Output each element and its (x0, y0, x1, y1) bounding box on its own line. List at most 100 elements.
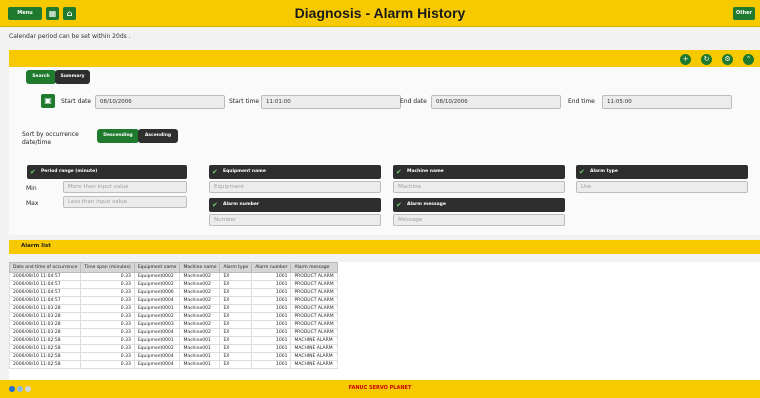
table-cell: EX (219, 304, 253, 313)
plus-icon[interactable]: + (680, 54, 691, 65)
up-icon[interactable]: ⌃ (743, 54, 754, 65)
sort-ascending[interactable]: Ascending (138, 129, 178, 143)
table-cell: 1001 (251, 296, 292, 305)
column-header[interactable]: Alarm type (219, 262, 253, 273)
alarm-list-bar: Alarm list (9, 240, 760, 254)
table-cell: PRODUCT ALARM (290, 288, 338, 297)
table-cell: EX (219, 288, 253, 297)
table-cell: Equipment0001 (133, 336, 181, 345)
machine-name-label: Machine name (407, 169, 444, 174)
table-cell: Machine001 (179, 344, 221, 353)
alarm-message-input[interactable]: Message (393, 214, 565, 226)
table-row[interactable]: 2006/08/10 11:04:57 0.33 Equipment0006 Mach… (8, 288, 338, 297)
end-time-field[interactable]: 11:05:00 (602, 95, 732, 109)
table-cell: 2006/08/10 11:04:57 (8, 296, 82, 305)
alarm-message-header[interactable]: ✔ Alarm message (393, 198, 565, 212)
table-cell: 2006/08/10 11:03:28 (8, 304, 82, 313)
table-cell: 0.33 (80, 296, 135, 305)
check-icon: ✔ (396, 201, 402, 209)
table-cell: EX (219, 360, 253, 369)
table-row[interactable]: 2006/08/10 11:02:58 0.33 Equipment0001 Mach… (8, 336, 338, 345)
calendar-icon[interactable]: ▣ (41, 94, 55, 108)
column-header[interactable]: Machine name (179, 262, 221, 273)
end-date-field[interactable]: 08/10/2006 (431, 95, 561, 109)
period-range-label: Period range (minute) (41, 169, 98, 174)
table-cell: 0.33 (80, 288, 135, 297)
table-cell: 2006/08/10 11:02:58 (8, 360, 82, 369)
alarm-number-input[interactable]: Number (209, 214, 381, 226)
table-cell: 0.33 (80, 272, 135, 281)
alarm-list-title: Alarm list (21, 243, 51, 249)
start-time-field[interactable]: 11:01:00 (261, 95, 401, 109)
table-cell: PRODUCT ALARM (290, 328, 338, 337)
check-icon: ✔ (396, 168, 402, 176)
table-cell: Equipment0001 (133, 304, 181, 313)
table-row[interactable]: 2006/08/10 11:02:58 0.33 Equipment0004 Mach… (8, 360, 338, 369)
table-cell: Machine002 (179, 296, 221, 305)
brand-logo: FANUC SERVO PLANET (348, 385, 412, 391)
table-cell: Equipment0004 (133, 296, 181, 305)
start-date-field[interactable]: 08/10/2006 (95, 95, 225, 109)
max-input[interactable]: Less than input value (63, 196, 187, 208)
start-date-label: Start date (61, 98, 92, 105)
table-cell: Equipment0004 (133, 328, 181, 337)
table-row[interactable]: 2006/08/10 11:04:57 0.33 Equipment0002 Mach… (8, 272, 338, 281)
column-header[interactable]: Equipment name (133, 262, 181, 273)
table-cell: EX (219, 344, 253, 353)
table-cell: 2006/08/10 11:03:28 (8, 328, 82, 337)
machine-name-input[interactable]: Machine (393, 181, 565, 193)
table-header-row: Date and time of occurrence Time span (mi… (8, 262, 338, 273)
column-header[interactable]: Date and time of occurrence (8, 262, 82, 273)
column-header[interactable]: Alarm message (290, 262, 338, 273)
table-cell: EX (219, 272, 253, 281)
machine-name-header[interactable]: ✔ Machine name (393, 165, 565, 179)
table-row[interactable]: 2006/08/10 11:04:57 0.33 Equipment0004 Mach… (8, 296, 338, 305)
period-range-header[interactable]: ✔ Period range (minute) (27, 165, 187, 179)
table-cell: MACHINE ALARM (290, 344, 338, 353)
table-row[interactable]: 2006/08/10 11:02:58 0.33 Equipment0002 Mach… (8, 344, 338, 353)
table-cell: Equipment0004 (133, 360, 181, 369)
table-row[interactable]: 2006/08/10 11:03:28 0.33 Equipment0002 Mach… (8, 312, 338, 321)
table-cell: 2006/08/10 11:04:57 (8, 280, 82, 289)
table-cell: 0.33 (80, 280, 135, 289)
table-cell: 2006/08/10 11:03:28 (8, 320, 82, 329)
table-cell: 1001 (251, 272, 292, 281)
table-cell: 1001 (251, 312, 292, 321)
alarm-type-input[interactable]: Use (576, 181, 748, 193)
table-cell: Machine002 (179, 320, 221, 329)
calendar-note: Calendar period can be set within 20ds . (9, 33, 131, 40)
alarm-number-header[interactable]: ✔ Alarm number (209, 198, 381, 212)
tab-search[interactable]: Search (26, 70, 56, 84)
table-cell: MACHINE ALARM (290, 336, 338, 345)
table-cell: Equipment0006 (133, 288, 181, 297)
table-row[interactable]: 2006/08/10 11:03:28 0.33 Equipment0003 Mach… (8, 320, 338, 329)
other-button[interactable]: Other (733, 7, 755, 20)
table-row[interactable]: 2006/08/10 11:03:28 0.33 Equipment0001 Mach… (8, 304, 338, 313)
tab-summary[interactable]: Summary (55, 70, 90, 84)
table-row[interactable]: 2006/08/10 11:04:57 0.33 Equipment0002 Mach… (8, 280, 338, 289)
table-cell: Machine001 (179, 360, 221, 369)
sort-descending[interactable]: Descending (97, 129, 139, 143)
min-input[interactable]: More than input value (63, 181, 187, 193)
table-cell: EX (219, 352, 253, 361)
alarm-type-header[interactable]: ✔ Alarm type (576, 165, 748, 179)
table-cell: 1001 (251, 360, 292, 369)
equipment-name-input[interactable]: Equipment (209, 181, 381, 193)
table-cell: Machine002 (179, 328, 221, 337)
end-date-label: End date (400, 98, 427, 105)
column-header[interactable]: Time span (minutes) (80, 262, 135, 273)
table-row[interactable]: 2006/08/10 11:03:28 0.33 Equipment0004 Mach… (8, 328, 338, 337)
column-header[interactable]: Alarm number (251, 262, 292, 273)
table-cell: PRODUCT ALARM (290, 280, 338, 289)
table-row[interactable]: 2006/08/10 11:02:58 0.33 Equipment0004 Mach… (8, 352, 338, 361)
table-cell: Equipment0002 (133, 280, 181, 289)
settings-icon[interactable]: ⚙ (722, 54, 733, 65)
table-cell: EX (219, 328, 253, 337)
refresh-icon[interactable]: ↻ (701, 54, 712, 65)
table-cell: 0.33 (80, 328, 135, 337)
table-cell: 1001 (251, 352, 292, 361)
table-cell: 1001 (251, 344, 292, 353)
table-cell: 0.33 (80, 352, 135, 361)
equipment-name-header[interactable]: ✔ Equipment name (209, 165, 381, 179)
top-bar: Menu ▦ ⌂ Diagnosis - Alarm History Other (0, 0, 760, 27)
